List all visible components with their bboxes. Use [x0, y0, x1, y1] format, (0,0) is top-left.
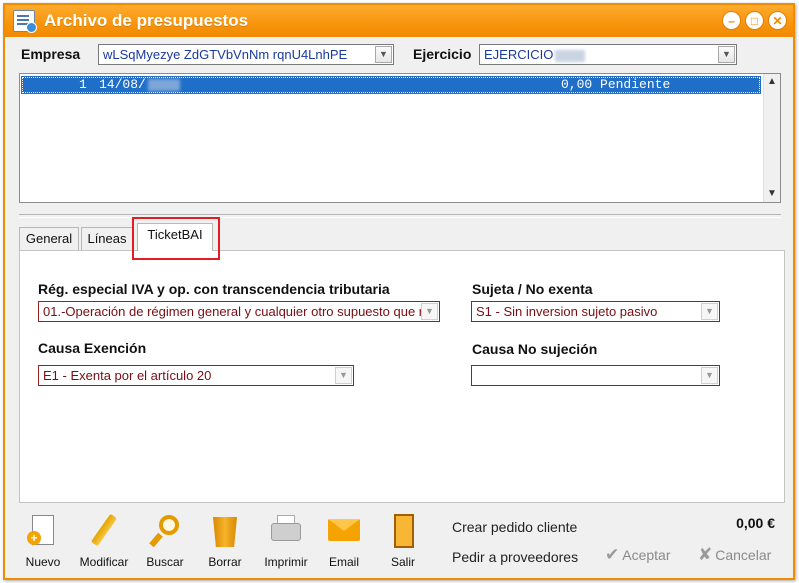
ticketbai-panel: Rég. especial IVA y op. con transcendenc… — [19, 250, 785, 503]
aceptar-button[interactable]: ✔ Aceptar — [605, 545, 671, 565]
causa-exencion-label: Causa Exención — [38, 340, 147, 356]
chevron-down-icon[interactable]: ▼ — [701, 367, 718, 384]
magnifier-icon — [147, 513, 183, 549]
cross-icon: ✘ — [698, 545, 713, 564]
new-document-icon: + — [25, 513, 61, 549]
nuevo-label: Nuevo — [25, 555, 61, 569]
trash-bin-icon — [207, 513, 243, 549]
buscar-label: Buscar — [146, 555, 184, 569]
pencil-icon — [86, 513, 122, 549]
printer-icon — [268, 513, 304, 549]
bottom-toolbar: + Nuevo Modificar Buscar Borrar Imprimir… — [5, 503, 793, 578]
list-item[interactable]: 1 14/08/ 0,00 Pendiente — [21, 76, 761, 94]
close-icon[interactable]: ✕ — [768, 11, 787, 30]
causa-exencion-value: E1 - Exenta por el artículo 20 — [43, 368, 212, 383]
chevron-down-icon[interactable]: ▼ — [335, 367, 352, 384]
empresa-value: wLSqMyezye ZdGTVbVnNm rqnU4LnhPE — [103, 47, 348, 62]
imprimir-button[interactable]: Imprimir — [256, 513, 316, 573]
maximize-icon[interactable]: □ — [745, 11, 764, 30]
chevron-down-icon[interactable]: ▼ — [375, 46, 392, 63]
presupuestos-list[interactable]: 1 14/08/ 0,00 Pendiente ▲ ▼ — [19, 73, 781, 203]
exit-door-icon — [385, 513, 421, 549]
crear-pedido-cliente-link[interactable]: Crear pedido cliente — [452, 519, 577, 535]
sujeta-value: S1 - Sin inversion sujeto pasivo — [476, 304, 658, 319]
email-label: Email — [328, 555, 359, 569]
checkmark-icon: ✔ — [605, 545, 620, 564]
row-status: Pendiente — [600, 77, 671, 92]
row-amount-status: 0,00 Pendiente — [561, 78, 670, 92]
nuevo-button[interactable]: + Nuevo — [13, 513, 73, 573]
cancelar-label: Cancelar — [715, 547, 772, 563]
ejercicio-select[interactable]: EJERCICIO ▼ — [479, 44, 737, 65]
redacted-year — [147, 78, 180, 91]
imprimir-label: Imprimir — [264, 555, 308, 569]
presupuestos-window: Archivo de presupuestos – □ ✕ Empresa wL… — [3, 3, 795, 580]
tab-lineas[interactable]: Líneas — [81, 227, 133, 251]
sujeta-label: Sujeta / No exenta — [472, 281, 593, 297]
envelope-icon — [326, 513, 362, 549]
chevron-down-icon[interactable]: ▼ — [421, 303, 438, 320]
cancelar-button[interactable]: ✘ Cancelar — [698, 545, 771, 565]
regimen-value: 01.-Operación de régimen general y cualq… — [43, 304, 427, 319]
tab-general[interactable]: General — [19, 227, 79, 251]
list-scrollbar[interactable]: ▲ ▼ — [763, 74, 780, 202]
email-button[interactable]: Email — [314, 513, 374, 573]
title-bar[interactable]: Archivo de presupuestos – □ ✕ — [5, 5, 793, 37]
minimize-icon[interactable]: – — [722, 11, 741, 30]
row-amount: 0,00 — [561, 77, 593, 92]
sujeta-select[interactable]: S1 - Sin inversion sujeto pasivo ▼ — [471, 301, 720, 322]
total-amount: 0,00 € — [736, 515, 775, 531]
scroll-down-icon[interactable]: ▼ — [764, 186, 780, 202]
causa-no-sujecion-label: Causa No sujeción — [472, 341, 598, 357]
empresa-label: Empresa — [21, 46, 81, 62]
redacted-year — [555, 49, 586, 62]
tab-highlight-box — [132, 217, 220, 260]
row-number: 1 — [79, 77, 87, 92]
empresa-select[interactable]: wLSqMyezye ZdGTVbVnNm rqnU4LnhPE ▼ — [98, 44, 394, 65]
app-document-icon — [13, 10, 37, 33]
salir-label: Salir — [390, 555, 415, 569]
borrar-label: Borrar — [208, 555, 242, 569]
window-title: Archivo de presupuestos — [44, 11, 249, 30]
causa-exencion-select[interactable]: E1 - Exenta por el artículo 20 ▼ — [38, 365, 354, 386]
window-controls: – □ ✕ — [722, 11, 787, 30]
buscar-button[interactable]: Buscar — [135, 513, 195, 573]
borrar-button[interactable]: Borrar — [195, 513, 255, 573]
chevron-down-icon[interactable]: ▼ — [701, 303, 718, 320]
ejercicio-value: EJERCICIO — [484, 47, 554, 62]
row-date: 14/08/ — [99, 78, 180, 92]
regimen-select[interactable]: 01.-Operación de régimen general y cualq… — [38, 301, 440, 322]
modificar-label: Modificar — [79, 555, 129, 569]
regimen-label: Rég. especial IVA y op. con transcendenc… — [38, 281, 390, 297]
ejercicio-label: Ejercicio — [413, 46, 472, 62]
pedir-proveedores-link[interactable]: Pedir a proveedores — [452, 549, 578, 565]
modificar-button[interactable]: Modificar — [74, 513, 134, 573]
causa-no-sujecion-select[interactable]: ▼ — [471, 365, 720, 386]
scroll-up-icon[interactable]: ▲ — [764, 74, 780, 90]
aceptar-label: Aceptar — [622, 547, 671, 563]
salir-button[interactable]: Salir — [373, 513, 433, 573]
chevron-down-icon[interactable]: ▼ — [718, 46, 735, 63]
